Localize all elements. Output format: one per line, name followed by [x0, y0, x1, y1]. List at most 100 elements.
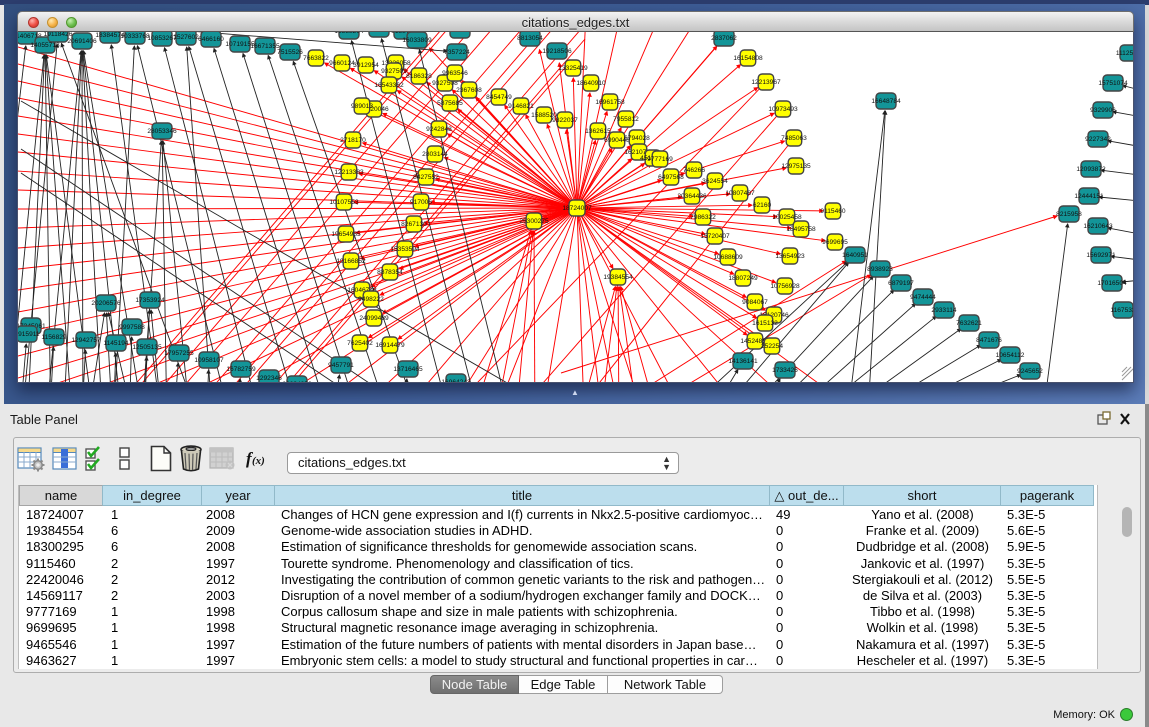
svg-text:7632621: 7632621 — [956, 320, 982, 327]
svg-text:10654112: 10654112 — [996, 352, 1025, 359]
svg-text:6466160: 6466160 — [198, 36, 224, 43]
svg-text:6497568: 6497568 — [658, 174, 684, 181]
svg-text:15353594: 15353594 — [390, 246, 420, 253]
svg-text:16914479: 16914479 — [375, 342, 405, 349]
svg-text:917006: 917006 — [410, 199, 432, 206]
svg-text:16210643: 16210643 — [1083, 223, 1113, 230]
svg-text:16538294: 16538294 — [334, 32, 364, 35]
svg-text:(x): (x) — [252, 455, 265, 467]
svg-text:9084067: 9084067 — [742, 299, 768, 306]
svg-text:8878354: 8878354 — [377, 269, 403, 276]
svg-text:20691406: 20691406 — [67, 38, 97, 45]
svg-text:2718170: 2718170 — [340, 137, 366, 144]
svg-text:9227342: 9227342 — [1085, 136, 1111, 143]
svg-text:9457791: 9457791 — [328, 362, 354, 369]
svg-text:252254: 252254 — [761, 343, 783, 350]
svg-text:19166852: 19166852 — [336, 258, 366, 265]
svg-text:10107553: 10107553 — [329, 199, 359, 206]
svg-text:20634256: 20634256 — [282, 381, 312, 383]
svg-text:13654923: 13654923 — [775, 253, 805, 260]
svg-text:28053346: 28053346 — [147, 128, 177, 135]
svg-text:8186328: 8186328 — [406, 73, 432, 80]
svg-text:24099489: 24099489 — [359, 315, 389, 322]
svg-text:9242848: 9242848 — [426, 126, 452, 133]
svg-text:1145194: 1145194 — [103, 340, 129, 347]
svg-text:9327509: 9327509 — [381, 68, 407, 75]
svg-text:16671355: 16671355 — [250, 43, 280, 50]
svg-text:18495758: 18495758 — [786, 226, 816, 233]
svg-text:19654985: 19654985 — [331, 231, 361, 238]
svg-text:12093872: 12093872 — [1076, 166, 1106, 173]
svg-text:15720407: 15720407 — [700, 233, 730, 240]
svg-text:7955812: 7955812 — [613, 116, 639, 123]
svg-text:11125243: 11125243 — [1116, 50, 1134, 57]
svg-text:12213967: 12213967 — [751, 79, 781, 86]
svg-text:12975135: 12975135 — [781, 163, 811, 170]
svg-text:9660124: 9660124 — [329, 60, 355, 67]
svg-text:1833054: 1833054 — [447, 32, 473, 34]
svg-text:18724007: 18724007 — [562, 205, 592, 212]
svg-text:9777169: 9777169 — [647, 156, 673, 163]
svg-text:8938923: 8938923 — [867, 266, 893, 273]
svg-text:20364436: 20364436 — [677, 193, 707, 200]
svg-text:1292346: 1292346 — [256, 375, 282, 382]
svg-text:62160: 62160 — [753, 202, 772, 209]
svg-text:10025458: 10025458 — [772, 214, 802, 221]
svg-text:15692971: 15692971 — [1086, 252, 1116, 259]
svg-text:1640951: 1640951 — [842, 252, 868, 259]
svg-text:9474444: 9474444 — [910, 294, 936, 301]
svg-text:2803144: 2803144 — [422, 151, 448, 158]
svg-text:7357224: 7357224 — [444, 49, 470, 56]
svg-text:8267130: 8267130 — [401, 221, 427, 228]
svg-text:16033809: 16033809 — [402, 37, 432, 44]
svg-text:12505135: 12505135 — [132, 344, 162, 351]
svg-text:10756928: 10756928 — [770, 283, 800, 290]
svg-text:16961758: 16961758 — [595, 99, 625, 106]
svg-text:1733426: 1733426 — [772, 367, 798, 374]
svg-text:20206576: 20206576 — [91, 300, 121, 307]
svg-text:7485063: 7485063 — [781, 135, 807, 142]
svg-text:1615132: 1615132 — [752, 320, 778, 327]
svg-text:7663822: 7663822 — [303, 55, 329, 62]
svg-text:10688609: 10688609 — [713, 254, 743, 261]
svg-text:746266: 746266 — [683, 167, 705, 174]
svg-text:6794028: 6794028 — [624, 135, 650, 142]
svg-text:19384554: 19384554 — [603, 274, 633, 281]
svg-text:18807249: 18807249 — [728, 275, 758, 282]
svg-text:2837062: 2837062 — [711, 35, 737, 42]
svg-text:13716465: 13716465 — [393, 366, 423, 373]
svg-text:1362615: 1362615 — [585, 128, 611, 135]
svg-text:6879197: 6879197 — [888, 280, 914, 287]
svg-text:16782759: 16782759 — [226, 366, 256, 373]
svg-text:10973493: 10973493 — [768, 106, 798, 113]
svg-text:9963546: 9963546 — [442, 70, 468, 77]
svg-text:9146821: 9146821 — [508, 103, 534, 110]
svg-text:8215958: 8215958 — [1056, 211, 1082, 218]
svg-text:10333768: 10333768 — [120, 33, 150, 40]
svg-text:9329906: 9329906 — [1090, 107, 1116, 114]
svg-text:19218506: 19218506 — [542, 48, 572, 55]
svg-text:13325419: 13325419 — [558, 65, 588, 72]
svg-text:12942757: 12942757 — [71, 337, 101, 344]
svg-text:17353924: 17353924 — [135, 297, 165, 304]
svg-text:9498222: 9498222 — [358, 296, 384, 303]
svg-text:12213383: 12213383 — [334, 169, 364, 176]
svg-text:15751074: 15751074 — [1098, 80, 1128, 87]
svg-text:17016504: 17016504 — [1097, 280, 1127, 287]
svg-text:7986322: 7986322 — [690, 214, 716, 221]
svg-text:16154808: 16154808 — [733, 55, 763, 62]
svg-text:9115460: 9115460 — [820, 208, 846, 215]
svg-text:1156829: 1156829 — [41, 334, 67, 341]
svg-text:14055713: 14055713 — [30, 42, 60, 49]
svg-text:7515526: 7515526 — [277, 49, 303, 56]
svg-text:14136141: 14136141 — [728, 358, 758, 365]
svg-text:9245652: 9245652 — [1017, 368, 1043, 375]
svg-text:8471676: 8471676 — [976, 337, 1002, 344]
svg-text:1167533: 1167533 — [1110, 307, 1134, 314]
svg-text:18640910: 18640910 — [576, 80, 606, 87]
svg-text:17957255: 17957255 — [164, 350, 194, 357]
svg-text:16543362: 16543362 — [374, 82, 404, 89]
svg-text:3912954: 3912954 — [353, 62, 379, 69]
svg-text:8454749: 8454749 — [486, 94, 512, 101]
svg-text:10958107: 10958107 — [194, 357, 224, 364]
